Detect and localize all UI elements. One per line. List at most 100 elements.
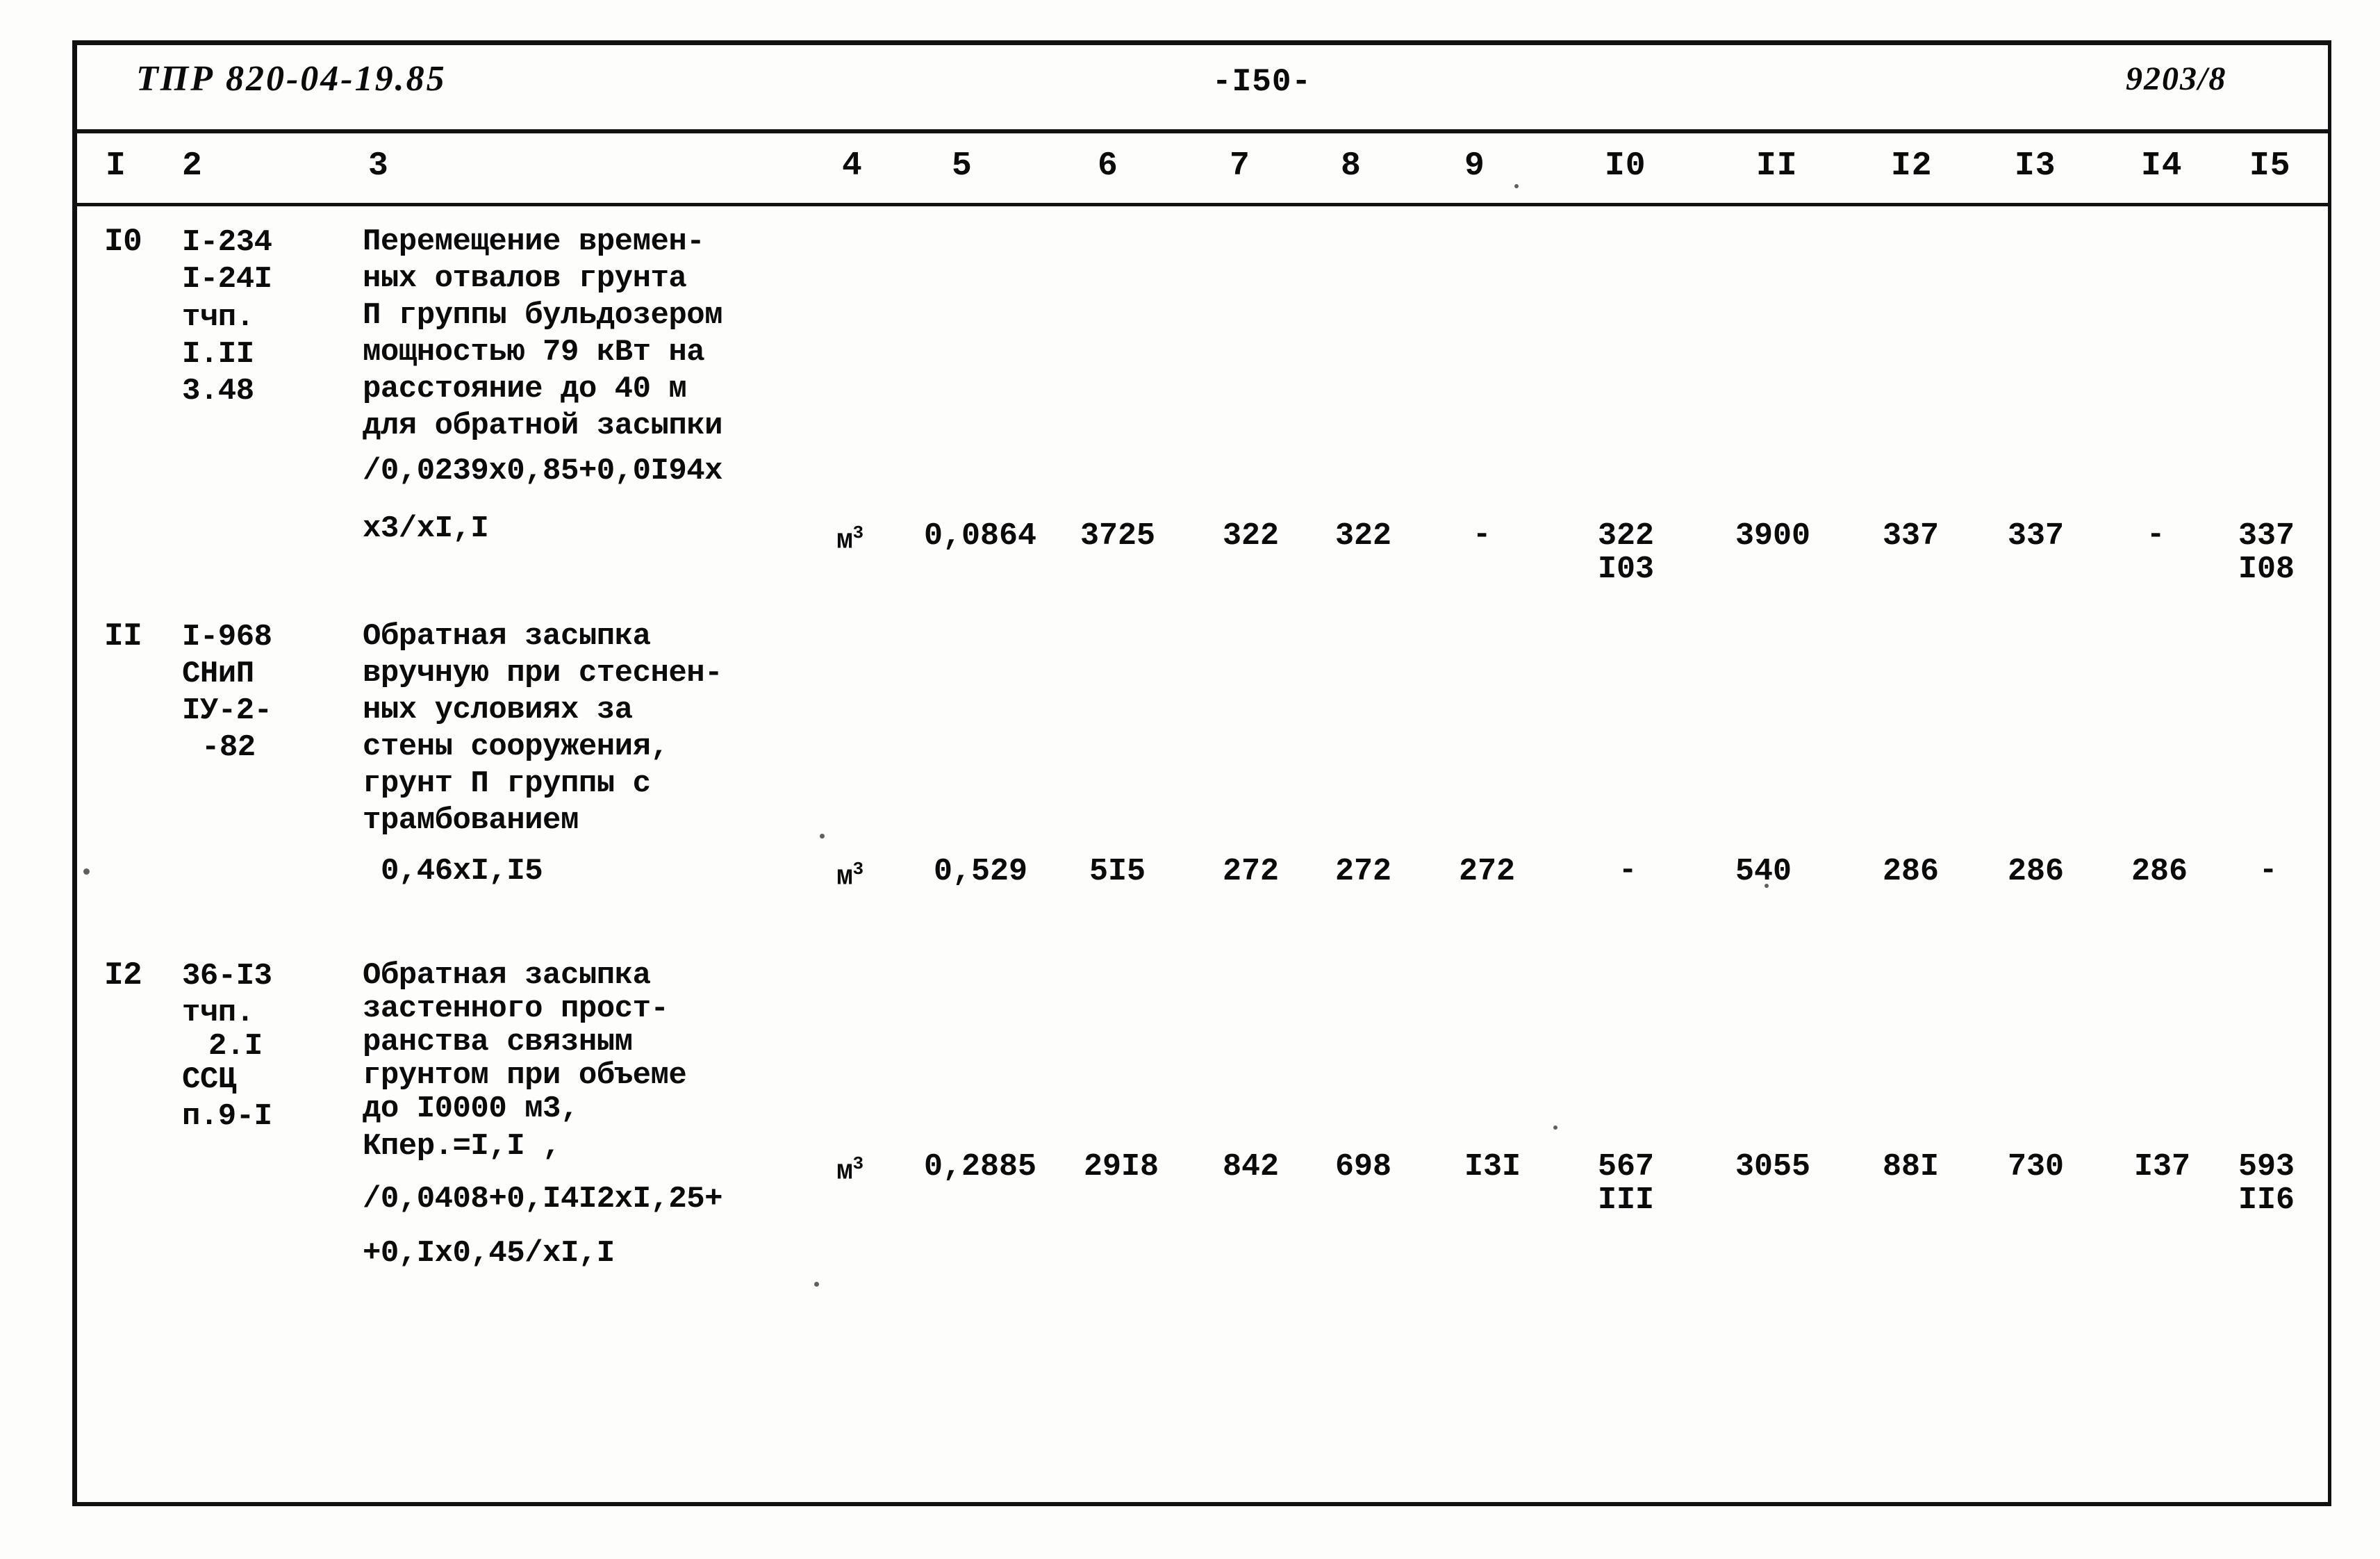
row-description-line: расстояние до 40 м bbox=[363, 372, 687, 406]
code-line: I.II bbox=[182, 337, 254, 372]
unit-label: м bbox=[836, 1156, 853, 1188]
row-formula-line: /0,0408+0,I4I2хI,25+ bbox=[363, 1182, 723, 1216]
row-formula-line: х3/хI,I bbox=[363, 511, 489, 546]
row-number: I0 bbox=[104, 224, 142, 260]
row-value-c5: 0,2885 bbox=[924, 1149, 1037, 1185]
row-formula-line: +0,Iх0,45/хI,I bbox=[363, 1236, 615, 1271]
document-code: ТПР 820-04-19.85 bbox=[136, 59, 447, 99]
column-header-2: 2 bbox=[182, 147, 203, 185]
column-header-11: II bbox=[1756, 147, 1798, 185]
column-header-9: 9 bbox=[1464, 147, 1485, 185]
code-line: -82 bbox=[201, 730, 256, 765]
row-value-c9: 272 bbox=[1459, 854, 1516, 889]
scan-speck bbox=[1514, 184, 1519, 188]
code-line: 2.I bbox=[208, 1029, 263, 1064]
row-value-c15-top: - bbox=[2259, 853, 2277, 888]
row-description-line: Перемещение времен- bbox=[363, 224, 705, 259]
row-description-line: Кпер.=I,I , bbox=[363, 1129, 561, 1164]
row-code-cell: п.9-I bbox=[182, 1098, 272, 1135]
scanned-document-page: ТПР 820-04-19.85 -I50- 9203/8 I 2 3 4 5 … bbox=[0, 0, 2380, 1559]
row-value-c8: 698 bbox=[1335, 1149, 1392, 1185]
scan-speck bbox=[820, 834, 825, 839]
row-description-line: вручную при стеснен- bbox=[363, 656, 723, 691]
row-description-line: мощностью 79 кВт на bbox=[363, 335, 705, 370]
row-value-c12: 337 bbox=[1883, 518, 1940, 554]
column-header-6: 6 bbox=[1098, 147, 1118, 185]
column-header-14: I4 bbox=[2141, 147, 2183, 185]
unit-exponent: 3 bbox=[852, 522, 864, 543]
row-value-c14: 286 bbox=[2131, 854, 2188, 889]
row-code-cell: СНиП bbox=[182, 655, 254, 693]
row-number: II bbox=[104, 618, 142, 654]
row-description-line: грунт П группы с bbox=[363, 766, 651, 801]
row-description-line: застенного прост- bbox=[363, 991, 669, 1026]
column-header-4: 4 bbox=[842, 147, 863, 185]
row-code-cell: 2.I bbox=[208, 1028, 263, 1065]
column-header-7: 7 bbox=[1230, 147, 1250, 185]
unit-exponent: 3 bbox=[852, 1153, 864, 1174]
column-header-1: I bbox=[106, 147, 126, 185]
row-description-line: ных условиях за bbox=[363, 693, 633, 727]
row-code-cell: I-968 bbox=[182, 618, 272, 656]
row-value-c10-top: 567 bbox=[1598, 1149, 1655, 1185]
row-code-cell: I-24I bbox=[182, 261, 272, 298]
row-code-cell: 3.48 bbox=[182, 372, 254, 410]
unit-label: м bbox=[836, 525, 853, 557]
row-value-c7: 842 bbox=[1223, 1149, 1280, 1185]
column-header-10: I0 bbox=[1605, 147, 1646, 185]
row-formula-line: /0,0239х0,85+0,0I94х bbox=[363, 454, 723, 488]
row-value-c13: 286 bbox=[2008, 854, 2065, 889]
row-code-cell: тчп. bbox=[182, 994, 254, 1032]
row-value-c11: 540 bbox=[1735, 854, 1792, 889]
row-code-cell: 36-I3 bbox=[182, 957, 272, 995]
code-line: п.9-I bbox=[182, 1099, 272, 1134]
code-line: I-968 bbox=[182, 620, 272, 654]
column-header-12: I2 bbox=[1891, 147, 1933, 185]
row-unit: м3 bbox=[836, 1153, 863, 1187]
row-value-c15-top: 337 bbox=[2238, 518, 2295, 554]
row-value-c10-top: 322 bbox=[1598, 518, 1655, 554]
row-description-line: до I0000 м3, bbox=[363, 1091, 579, 1126]
row-code-cell: -82 bbox=[201, 729, 256, 766]
scan-speck bbox=[83, 868, 90, 875]
row-description-line: ранства связным bbox=[363, 1025, 633, 1059]
column-numbers-separator-rule bbox=[72, 203, 2331, 206]
column-header-15: I5 bbox=[2249, 147, 2291, 185]
row-code-cell: тчп. bbox=[182, 299, 254, 336]
row-value-c6: 3725 bbox=[1080, 518, 1156, 554]
code-line: тчп. bbox=[182, 300, 254, 335]
row-code-cell: IУ-2- bbox=[182, 692, 272, 729]
column-header-8: 8 bbox=[1341, 147, 1362, 185]
row-number: I2 bbox=[104, 957, 142, 993]
page-number: -I50- bbox=[1212, 64, 1312, 100]
unit-label: м bbox=[836, 861, 853, 893]
row-value-c11: 3900 bbox=[1735, 518, 1811, 554]
row-value-c15-bottom: I08 bbox=[2238, 552, 2295, 587]
column-header-5: 5 bbox=[952, 147, 973, 185]
column-header-13: I3 bbox=[2015, 147, 2056, 185]
row-value-c6: 29I8 bbox=[1084, 1149, 1159, 1185]
code-line: СНиП bbox=[182, 657, 254, 691]
row-value-c7: 272 bbox=[1223, 854, 1280, 889]
row-value-c11: 3055 bbox=[1735, 1149, 1811, 1185]
sheet-number: 9203/8 bbox=[2126, 60, 2227, 97]
row-code-cell: I-234 bbox=[182, 224, 272, 261]
row-description-line: стены сооружения, bbox=[363, 729, 669, 764]
row-description-line: Обратная засыпка bbox=[363, 619, 651, 654]
row-value-c6: 5I5 bbox=[1089, 854, 1146, 889]
code-line: тчп. bbox=[182, 996, 254, 1030]
code-line: 36-I3 bbox=[182, 959, 272, 993]
code-line: 3.48 bbox=[182, 374, 254, 409]
row-value-c13: 730 bbox=[2008, 1149, 2065, 1185]
row-value-c12: 286 bbox=[1883, 854, 1940, 889]
column-header-3: 3 bbox=[368, 147, 389, 185]
row-value-c14: I37 bbox=[2134, 1149, 2191, 1185]
row-value-c14: - bbox=[2147, 518, 2165, 552]
row-value-c9: I3I bbox=[1464, 1149, 1521, 1185]
row-code-cell: ССЦ bbox=[182, 1061, 236, 1098]
row-value-c8: 272 bbox=[1335, 854, 1392, 889]
row-value-c10-bottom: I03 bbox=[1598, 552, 1655, 587]
row-description-line: П группы бульдозером bbox=[363, 298, 723, 333]
row-unit: м3 bbox=[836, 859, 863, 893]
code-line: I-234 bbox=[182, 225, 272, 260]
